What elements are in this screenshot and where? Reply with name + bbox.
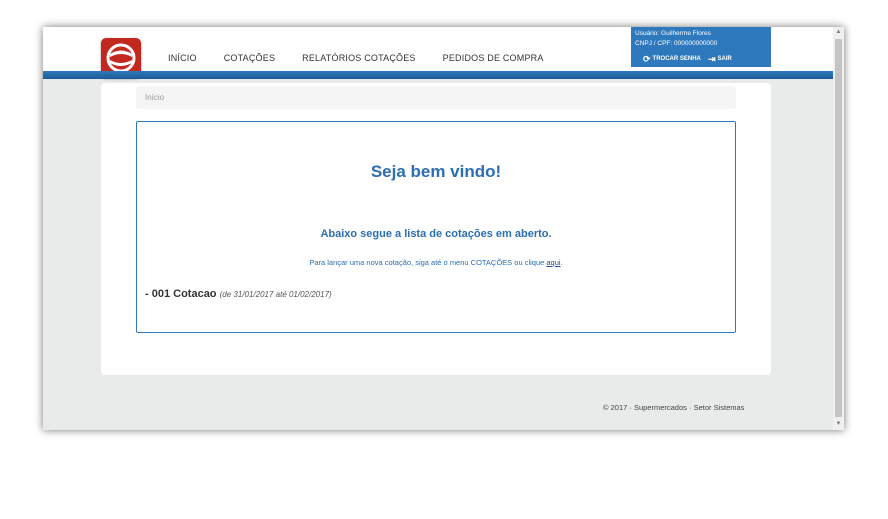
welcome-box: Seja bem vindo! Abaixo segue a lista de … bbox=[136, 121, 736, 333]
user-actions: ⟳ TROCAR SENHA ⇥ SAIR bbox=[643, 54, 763, 64]
scrollbar-thumb[interactable] bbox=[835, 39, 842, 417]
top-header: INÍCIO COTAÇÕES RELATÓRIOS COTAÇÕES PEDI… bbox=[43, 27, 833, 78]
list-intro-text: Abaixo segue a lista de cotações em aber… bbox=[320, 228, 552, 240]
user-company: CNPJ / CPF: 000000000000 bbox=[635, 40, 718, 47]
key-icon: ⟳ bbox=[643, 53, 651, 64]
user-info-box: Usuário: Guilherme Flores CNPJ / CPF: 00… bbox=[631, 27, 771, 67]
vertical-scrollbar[interactable]: ▲ ▼ bbox=[833, 27, 844, 430]
page-title: Seja bem vindo! bbox=[370, 162, 502, 181]
nav-item-cotacoes[interactable]: COTAÇÕES bbox=[224, 53, 275, 63]
breadcrumb: Início bbox=[136, 86, 736, 109]
scroll-down-icon[interactable]: ▼ bbox=[833, 419, 844, 429]
change-password-button[interactable]: ⟳ TROCAR SENHA bbox=[643, 54, 708, 64]
breadcrumb-current[interactable]: Início bbox=[145, 93, 164, 102]
new-quote-link[interactable]: aqui bbox=[546, 258, 560, 267]
list-item[interactable]: - 001 Cotacao (de 31/01/2017 até 01/02/2… bbox=[145, 288, 332, 300]
user-name: Usuário: Guilherme Flores bbox=[635, 30, 711, 37]
scroll-up-icon[interactable]: ▲ bbox=[833, 27, 844, 37]
header-accent-bar bbox=[43, 71, 833, 79]
browser-window: INÍCIO COTAÇÕES RELATÓRIOS COTAÇÕES PEDI… bbox=[43, 27, 844, 430]
main-nav: INÍCIO COTAÇÕES RELATÓRIOS COTAÇÕES PEDI… bbox=[168, 53, 571, 63]
new-quote-hint: Para lançar uma nova cotação, siga até o… bbox=[137, 258, 735, 267]
content-panel: Início Seja bem vindo! Abaixo segue a li… bbox=[101, 83, 771, 375]
logout-button[interactable]: ⇥ SAIR bbox=[708, 54, 732, 64]
hint-prefix: Para lançar uma nova cotação, siga até o… bbox=[309, 258, 547, 267]
hint-suffix: . bbox=[560, 258, 563, 267]
logout-icon: ⇥ bbox=[708, 53, 716, 64]
logout-label: SAIR bbox=[717, 56, 732, 62]
quote-dates: (de 31/01/2017 até 01/02/2017) bbox=[219, 290, 332, 299]
change-password-label: TROCAR SENHA bbox=[652, 56, 701, 62]
quote-title: - 001 Cotacao bbox=[145, 288, 217, 300]
nav-item-relatorios-cotacoes[interactable]: RELATÓRIOS COTAÇÕES bbox=[302, 53, 415, 63]
nav-item-inicio[interactable]: INÍCIO bbox=[168, 53, 197, 63]
nav-item-pedidos-de-compra[interactable]: PEDIDOS DE COMPRA bbox=[443, 53, 544, 63]
footer-text: © 2017 · Supermercados · Setor Sistemas bbox=[603, 403, 745, 412]
